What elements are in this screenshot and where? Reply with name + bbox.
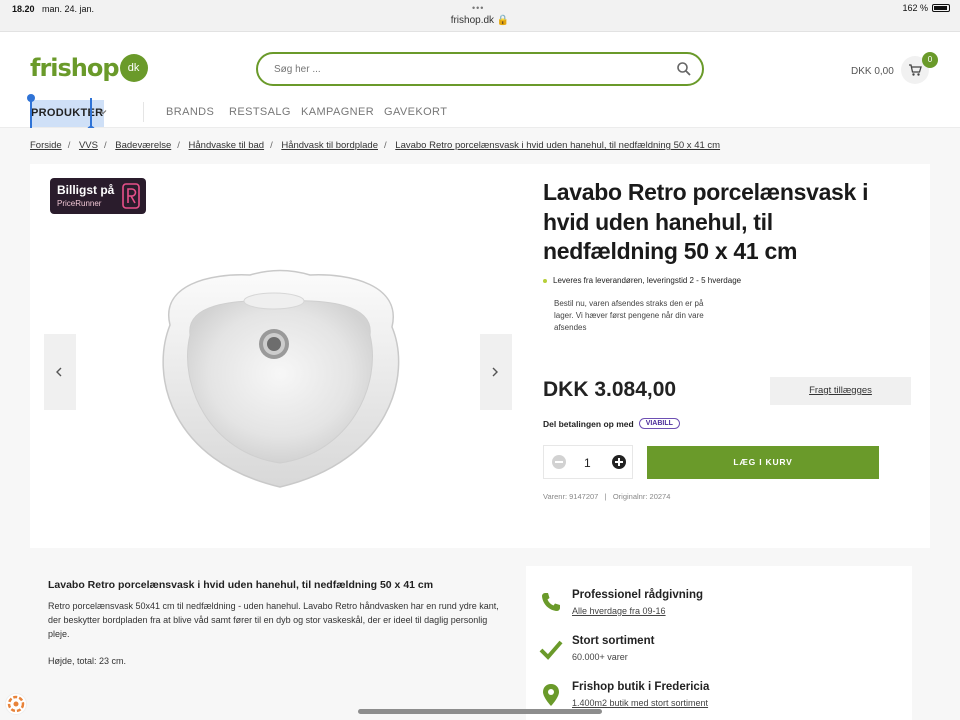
usp-title: Stort sortiment — [572, 635, 655, 647]
pricerunner-logo-icon — [122, 183, 140, 209]
usp-sub: 60.000+ varer — [572, 652, 628, 662]
product-price: DKK 3.084,00 — [543, 378, 677, 401]
nav-item-gavekort[interactable]: GAVEKORT — [384, 106, 447, 118]
usp-link[interactable]: 1.400m2 butik med stort sortiment — [572, 698, 708, 708]
viabill-logo[interactable]: VIABILL — [638, 418, 680, 429]
nav-item-kampagner[interactable]: KAMPAGNER — [301, 106, 374, 118]
logo-text: frishop — [30, 54, 120, 82]
gallery-next-button[interactable] — [480, 334, 512, 410]
logo-badge: dk — [119, 54, 148, 82]
add-to-cart-button[interactable]: LÆG I KURV — [647, 446, 879, 479]
nav-item-brands[interactable]: BRANDS — [166, 106, 214, 118]
chevron-down-icon[interactable] — [99, 108, 107, 116]
phone-icon — [542, 593, 560, 611]
status-dot-icon — [543, 278, 547, 283]
selection-handle-start[interactable] — [27, 94, 35, 102]
battery-percent: 162 % — [902, 3, 928, 13]
site-header: frishop dk DKK 0,00 0 PRODUKTER BRANDS R… — [0, 32, 960, 134]
nav-divider — [143, 102, 144, 122]
pricerunner-line2: PriceRunner — [57, 199, 102, 208]
delivery-info: Leveres fra leverandøren, leveringstid 2… — [543, 276, 741, 285]
plus-icon[interactable] — [612, 455, 626, 469]
nav-item-restsalg[interactable]: RESTSALG — [229, 106, 291, 118]
chevron-left-icon — [56, 367, 62, 377]
delivery-note: Bestil nu, varen afsendes straks den er … — [554, 299, 704, 332]
gallery-prev-button[interactable] — [44, 334, 76, 410]
selection-line-right — [90, 98, 92, 128]
status-right: 162 % — [902, 3, 950, 13]
description-body: Retro porcelænsvask 50x41 cm til nedfæld… — [48, 601, 499, 639]
location-pin-icon — [543, 684, 559, 706]
usp-title: Professionel rådgivning — [572, 589, 703, 601]
search-box[interactable] — [256, 52, 704, 86]
nav-item-produkter[interactable]: PRODUKTER — [30, 100, 105, 127]
breadcrumb-item[interactable]: VVS — [79, 140, 98, 151]
quantity-stepper: 1 — [543, 445, 633, 479]
pricerunner-line1: Billigst på — [57, 183, 115, 197]
split-payment-label: Del betalingen op med — [543, 418, 634, 429]
description-height: Højde, total: 23 cm. — [48, 656, 127, 666]
breadcrumb-item[interactable]: Badeværelse — [115, 140, 171, 151]
home-indicator[interactable] — [358, 709, 602, 714]
description-title: Lavabo Retro porcelænsvask i hvid uden h… — [48, 579, 434, 591]
cart-total[interactable]: DKK 0,00 — [851, 66, 894, 77]
split-payment: Del betalingen op med VIABILL — [543, 418, 680, 429]
accessibility-icon[interactable] — [5, 693, 27, 715]
chevron-right-icon — [492, 367, 498, 377]
frishop-logo[interactable]: frishop dk — [30, 54, 148, 82]
freight-link[interactable]: Fragt tillægges — [770, 377, 911, 405]
status-date: man. 24. jan. — [42, 4, 95, 14]
cart-count-badge: 0 — [922, 52, 938, 68]
main-nav: PRODUKTER BRANDS RESTSALG KAMPAGNER GAVE… — [0, 94, 960, 134]
sku-info: Varenr: 9147207 | Originalnr: 20274 — [543, 492, 671, 501]
pricerunner-badge[interactable]: Billigst på PriceRunner — [50, 178, 146, 214]
lock-icon: 🔒 — [496, 15, 510, 26]
flower-icon — [7, 695, 25, 713]
product-title: Lavabo Retro porcelænsvask i hvid uden h… — [543, 179, 869, 264]
breadcrumb-current[interactable]: Lavabo Retro porcelænsvask i hvid uden h… — [395, 140, 720, 151]
cart-icon — [909, 64, 922, 76]
breadcrumb: Forside / VVS / Badeværelse / Håndvaske til… — [30, 140, 721, 151]
usp-link[interactable]: Alle hverdage fra 09-16 — [572, 606, 666, 616]
minus-icon[interactable] — [552, 455, 566, 469]
ios-status-bar: 18.20 man. 24. jan. ••• frishop.dk 🔒 162… — [0, 0, 960, 32]
multitask-dots[interactable]: ••• — [472, 3, 484, 13]
usp-title: Frishop butik i Fredericia — [572, 681, 710, 693]
battery-icon — [932, 4, 950, 12]
selection-line-left — [30, 98, 32, 128]
breadcrumb-item[interactable]: Håndvask til bordplade — [281, 140, 378, 151]
address-bar-url[interactable]: frishop.dk 🔒 — [0, 15, 960, 26]
check-icon — [539, 640, 563, 660]
status-time: 18.20 — [12, 4, 35, 14]
product-image-sink[interactable] — [150, 265, 410, 491]
search-icon[interactable] — [676, 61, 692, 77]
search-input[interactable] — [274, 62, 654, 76]
breadcrumb-item[interactable]: Håndvaske til bad — [189, 140, 265, 151]
quantity-value[interactable]: 1 — [584, 456, 591, 470]
breadcrumb-item[interactable]: Forside — [30, 140, 62, 151]
